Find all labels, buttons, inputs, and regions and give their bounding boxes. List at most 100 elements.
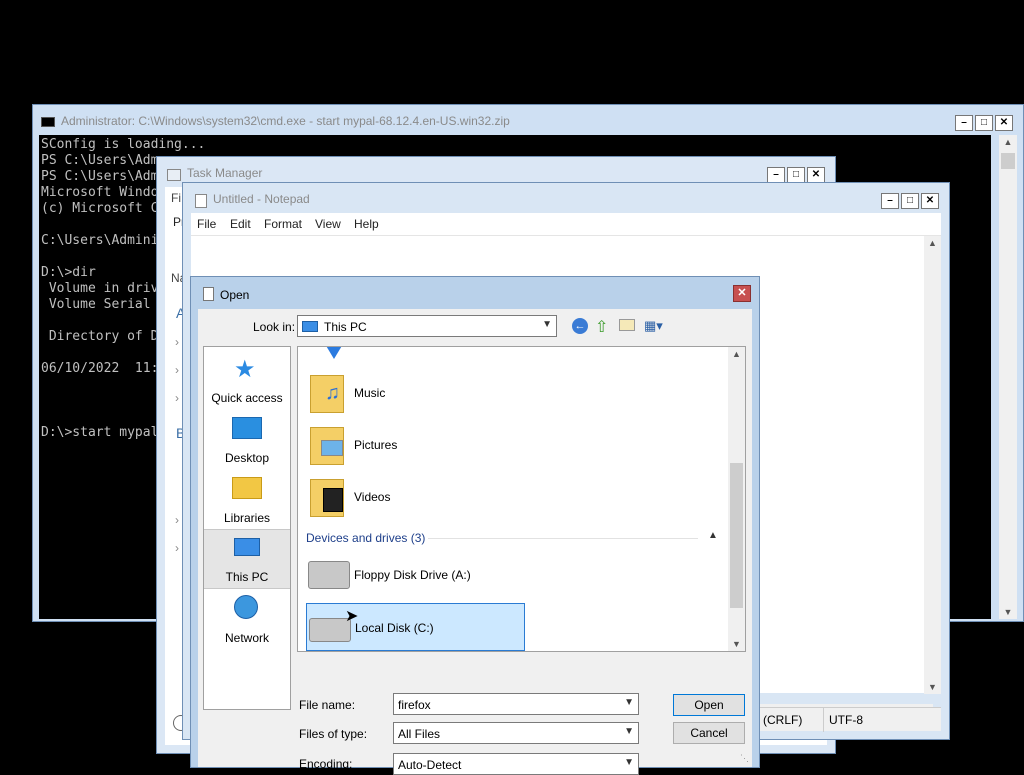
minimize-button[interactable]: – [955, 115, 973, 131]
list-item-videos[interactable]: Videos [306, 473, 526, 521]
chevron-down-icon[interactable]: ▼ [542, 319, 552, 330]
dialog-body: Look in: This PC ▼ ← ⇧ ▦▾ ★ Quick access… [198, 309, 752, 775]
place-libraries[interactable]: Libraries [204, 469, 290, 529]
status-line-ending: (CRLF) [763, 713, 803, 727]
collapse-chevron-icon[interactable]: ▲ [708, 530, 718, 541]
videos-folder-icon [310, 479, 344, 517]
status-divider [823, 708, 824, 732]
place-label: Libraries [223, 511, 271, 525]
place-this-pc[interactable]: This PC [204, 529, 290, 589]
look-in-combo[interactable]: This PC ▼ [297, 315, 557, 337]
mouse-cursor-icon: ➤ [345, 608, 359, 625]
menu-view[interactable]: View [315, 217, 341, 231]
file-name-value: firefox [398, 698, 431, 712]
expand-chevron-icon[interactable]: › [175, 513, 179, 527]
look-in-label: Look in: [253, 320, 296, 334]
place-label: Desktop [224, 451, 270, 465]
chevron-down-icon[interactable]: ▼ [624, 697, 634, 708]
group-header[interactable]: Devices and drives (3) [306, 531, 425, 545]
list-item-pictures[interactable]: Pictures [306, 421, 526, 469]
star-icon: ★ [234, 356, 256, 383]
encoding-select[interactable]: Auto-Detect ▼ [393, 753, 639, 775]
place-network[interactable]: Network [204, 589, 290, 649]
tm-minimize-button[interactable]: – [767, 167, 785, 183]
menu-file[interactable]: File [197, 217, 216, 231]
maximize-button[interactable]: □ [975, 115, 993, 131]
downloads-icon [322, 347, 346, 359]
view-menu-icon[interactable]: ▦▾ [644, 318, 663, 334]
document-icon [203, 287, 214, 301]
menu-edit[interactable]: Edit [230, 217, 251, 231]
place-label: This PC [225, 570, 269, 584]
expand-chevron-icon[interactable]: › [175, 391, 179, 405]
file-list-scrollbar[interactable]: ▲ ▼ [728, 347, 745, 651]
scroll-down-icon[interactable]: ▼ [728, 639, 745, 649]
desktop-icon [232, 417, 262, 439]
status-encoding: UTF-8 [829, 713, 863, 727]
place-quick-access[interactable]: ★ Quick access [204, 349, 290, 409]
computer-icon [234, 538, 260, 556]
open-button[interactable]: Open [673, 694, 745, 716]
np-maximize-button[interactable]: □ [901, 193, 919, 209]
chevron-down-icon[interactable]: ▼ [624, 757, 634, 768]
new-folder-icon[interactable] [619, 319, 635, 331]
file-name-input[interactable]: firefox ▼ [393, 693, 639, 715]
tm-menu-fragment[interactable]: Fi [171, 191, 181, 205]
expand-chevron-icon[interactable]: › [175, 541, 179, 555]
dialog-close-button[interactable]: ✕ [733, 285, 751, 302]
resize-grip-icon[interactable]: ⋱ [740, 753, 749, 764]
console-line: SConfig is loading... [41, 137, 206, 152]
encoding-value: Auto-Detect [398, 758, 462, 772]
scroll-thumb[interactable] [1001, 153, 1015, 169]
tm-title: Task Manager [187, 166, 263, 180]
tm-maximize-button[interactable]: □ [787, 167, 805, 183]
list-item-music[interactable]: ♫ Music [306, 369, 526, 417]
place-desktop[interactable]: Desktop [204, 409, 290, 469]
np-close-button[interactable]: ✕ [921, 193, 939, 209]
computer-icon [302, 321, 318, 332]
list-item-local-disk[interactable]: Local Disk (C:) ➤ [306, 603, 525, 651]
dialog-title-bar[interactable]: Open ✕ [191, 277, 759, 309]
np-minimize-button[interactable]: – [881, 193, 899, 209]
places-bar: ★ Quick access Desktop Libraries This PC… [203, 346, 291, 710]
item-label: Pictures [354, 438, 398, 452]
np-vscroll[interactable]: ▲ ▼ [924, 236, 941, 694]
file-list[interactable]: ♫ Music Pictures Videos Devices and driv… [297, 346, 746, 652]
up-folder-icon[interactable]: ⇧ [595, 317, 608, 337]
file-type-select[interactable]: All Files ▼ [393, 722, 639, 744]
back-icon[interactable]: ← [572, 318, 588, 334]
scroll-thumb[interactable] [730, 463, 743, 608]
menu-format[interactable]: Format [264, 217, 302, 231]
scroll-up-icon[interactable]: ▲ [924, 238, 941, 248]
cancel-button[interactable]: Cancel [673, 722, 745, 744]
item-label: Floppy Disk Drive (A:) [354, 568, 471, 582]
cmd-title: Administrator: C:\Windows\system32\cmd.e… [61, 114, 510, 128]
item-label: Videos [354, 490, 391, 504]
expand-chevron-icon[interactable]: › [175, 335, 179, 349]
network-icon [234, 595, 258, 619]
cmd-title-bar[interactable]: Administrator: C:\Windows\system32\cmd.e… [33, 105, 1023, 135]
expand-chevron-icon[interactable]: › [175, 363, 179, 377]
task-manager-icon [167, 169, 181, 181]
list-item-floppy[interactable]: Floppy Disk Drive (A:) [306, 551, 526, 599]
place-label: Network [224, 631, 269, 645]
tm-close-button[interactable]: ✕ [807, 167, 825, 183]
group-divider [428, 538, 698, 539]
chevron-down-icon[interactable]: ▼ [624, 726, 634, 737]
floppy-drive-icon [308, 561, 350, 589]
np-menubar: File Edit Format View Help [191, 213, 941, 235]
scroll-up-icon[interactable]: ▲ [728, 349, 745, 359]
np-title-bar[interactable]: Untitled - Notepad – □ ✕ [183, 183, 949, 213]
scroll-up-icon[interactable]: ▲ [999, 137, 1017, 147]
item-label: Local Disk (C:) [355, 621, 434, 635]
dialog-title: Open [220, 288, 250, 302]
scroll-down-icon[interactable]: ▼ [924, 682, 941, 692]
cmd-scrollbar[interactable]: ▲ ▼ [999, 135, 1017, 619]
close-button[interactable]: ✕ [995, 115, 1013, 131]
menu-help[interactable]: Help [354, 217, 379, 231]
place-label: Quick access [211, 391, 283, 405]
scroll-down-icon[interactable]: ▼ [999, 607, 1017, 617]
open-dialog[interactable]: Open ✕ Look in: This PC ▼ ← ⇧ ▦▾ ★ Quick… [190, 276, 760, 775]
look-in-value: This PC [324, 320, 367, 334]
picture-icon [321, 440, 343, 456]
